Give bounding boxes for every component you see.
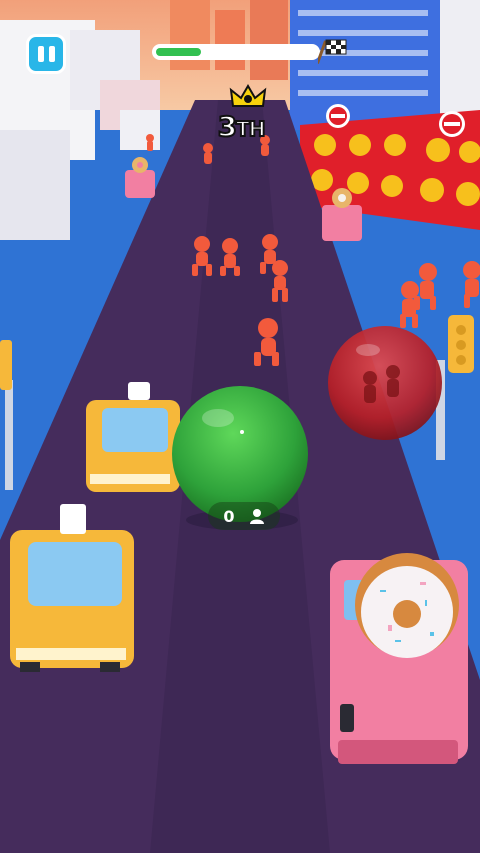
- person-icon: [249, 509, 264, 524]
- checkered-flag-icon: [318, 39, 347, 64]
- race-progress-fill: [156, 48, 201, 56]
- pause-icon: [37, 46, 44, 62]
- city-skyline: [170, 0, 288, 80]
- rival-ball: [328, 326, 442, 440]
- pause-icon-bar: [48, 46, 55, 62]
- donut-truck-near: [330, 553, 468, 764]
- right-skyscraper: [290, 0, 480, 130]
- crown-icon: [229, 84, 267, 107]
- player-count-label: 0: [208, 502, 280, 530]
- rank-indicator: 3TH: [206, 109, 276, 144]
- rank-number: 3: [217, 109, 239, 144]
- pause-button[interactable]: [26, 34, 66, 74]
- race-progress-bar: [152, 44, 320, 60]
- rank-suffix: TH: [235, 116, 266, 142]
- player-count: 0: [223, 506, 235, 526]
